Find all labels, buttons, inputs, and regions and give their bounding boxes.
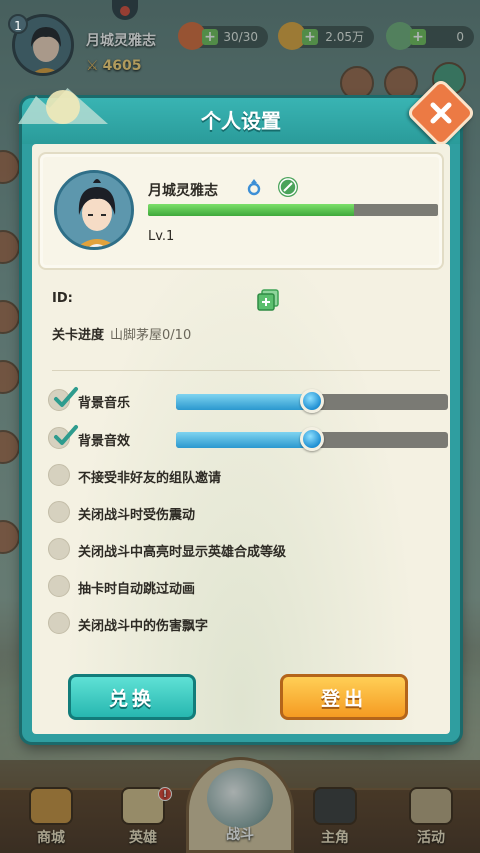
checkmark-icon xyxy=(54,425,78,445)
bgm-slider-knob[interactable] xyxy=(300,389,324,413)
stage-progress-label: 关卡进度 xyxy=(52,328,105,343)
setting-option[interactable]: 关闭战斗时受伤震动 xyxy=(48,500,448,526)
stage-progress-value: 山脚茅屋0/10 xyxy=(110,328,192,343)
setting-option[interactable]: 抽卡时自动跳过动画 xyxy=(48,574,448,600)
bgm-checkbox[interactable] xyxy=(48,387,78,411)
dialog-title: 个人设置 xyxy=(201,109,281,133)
male-gender-icon xyxy=(247,179,261,196)
option-label: 关闭战斗中的伤害飘字 xyxy=(78,619,209,634)
settings-dialog: 个人设置 月城灵雅志 Lv.1 ID: 关卡进度 山脚茅屋0/10 背景音乐 背… xyxy=(18,77,477,742)
option-label: 不接受非好友的组队邀请 xyxy=(78,471,222,486)
option-label: 关闭战斗中高亮时显示英雄合成等级 xyxy=(78,545,287,560)
copy-icon[interactable] xyxy=(256,288,280,312)
id-label: ID: xyxy=(52,291,73,306)
option-checkbox[interactable] xyxy=(48,538,70,560)
sfx-slider-knob[interactable] xyxy=(300,427,324,451)
option-checkbox[interactable] xyxy=(48,501,70,523)
setting-option[interactable]: 关闭战斗中高亮时显示英雄合成等级 xyxy=(48,537,448,563)
setting-option[interactable]: 关闭战斗中的伤害飘字 xyxy=(48,611,448,637)
bgm-label: 背景音乐 xyxy=(78,396,131,411)
bgm-slider-fill xyxy=(176,394,312,410)
section-divider xyxy=(52,370,440,371)
option-label: 关闭战斗时受伤震动 xyxy=(78,508,196,523)
player-level-badge: 1 xyxy=(8,14,28,34)
logout-button[interactable]: 登出 xyxy=(280,674,408,720)
sfx-slider-fill xyxy=(176,432,312,448)
exchange-button[interactable]: 兑换 xyxy=(68,674,196,720)
option-label: 抽卡时自动跳过动画 xyxy=(78,582,196,597)
experience-bar-fill xyxy=(148,204,354,216)
option-checkbox[interactable] xyxy=(48,464,70,486)
setting-option[interactable]: 不接受非好友的组队邀请 xyxy=(48,463,448,489)
stage-progress: 关卡进度 山脚茅屋0/10 xyxy=(52,324,191,343)
experience-bar xyxy=(148,204,438,216)
setting-bgm: 背景音乐 xyxy=(48,387,458,414)
sfx-label: 背景音效 xyxy=(78,434,131,449)
sfx-checkbox[interactable] xyxy=(48,425,78,449)
profile-card: 月城灵雅志 Lv.1 xyxy=(38,152,444,270)
settings-panel: 月城灵雅志 Lv.1 ID: 关卡进度 山脚茅屋0/10 背景音乐 背景音效 不… xyxy=(32,144,450,734)
moon-decoration xyxy=(46,90,80,124)
profile-avatar[interactable] xyxy=(54,170,134,250)
sfx-volume-slider[interactable] xyxy=(176,427,448,451)
checkmark-icon xyxy=(54,387,78,407)
edit-name-icon[interactable] xyxy=(278,177,298,197)
bgm-volume-slider[interactable] xyxy=(176,389,448,413)
profile-level: Lv.1 xyxy=(148,229,175,244)
profile-name: 月城灵雅志 xyxy=(148,183,218,199)
close-icon xyxy=(430,102,452,124)
option-checkbox[interactable] xyxy=(48,575,70,597)
setting-sfx: 背景音效 xyxy=(48,425,458,452)
option-checkbox[interactable] xyxy=(48,612,70,634)
dialog-header: 个人设置 xyxy=(18,88,460,144)
